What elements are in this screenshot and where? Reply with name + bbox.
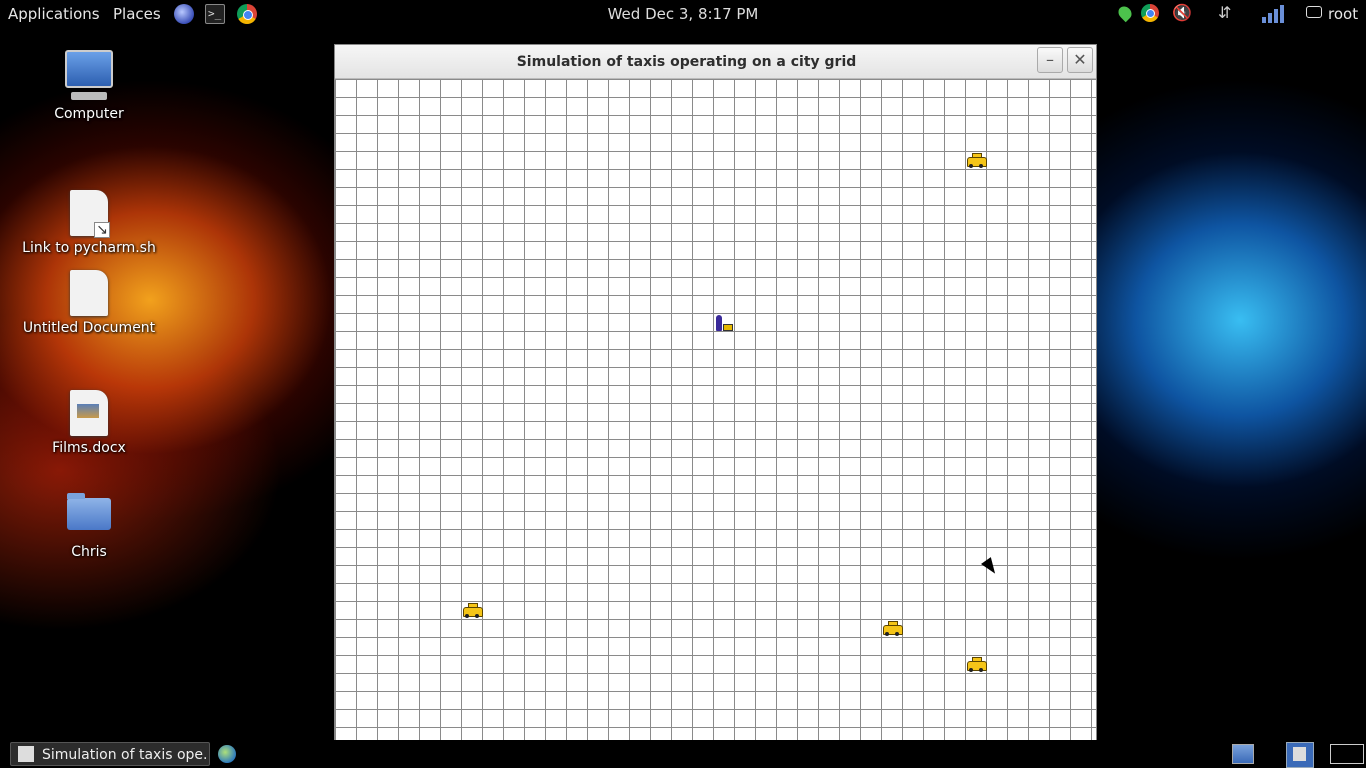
taskbar-item-label: Simulation of taxis ope... [42, 747, 210, 763]
window-title: Simulation of taxis operating on a city … [516, 54, 857, 70]
taxi-icon [462, 603, 483, 618]
taxi-icon [966, 657, 987, 672]
document-icon [70, 270, 108, 316]
desktop-icon-films-docx[interactable]: Films.docx [14, 390, 164, 456]
volume-muted-icon[interactable]: 🔇 [1172, 3, 1198, 25]
chat-icon [1306, 6, 1322, 18]
top-panel: Applications Places >_ Wed Dec 3, 8:17 P… [0, 0, 1366, 28]
app-icon [18, 746, 34, 762]
desktop-icon-computer[interactable]: Computer [14, 48, 164, 122]
desktop-icon-pycharm-link[interactable]: Link to pycharm.sh [14, 190, 164, 256]
desktop-icon-label: Untitled Document [22, 320, 156, 336]
minimize-button[interactable]: – [1037, 47, 1063, 73]
active-workspace-icon[interactable] [1286, 742, 1314, 768]
bottom-panel: Simulation of taxis ope... [0, 740, 1366, 768]
folder-icon [67, 493, 111, 530]
file-manager-icon[interactable] [1232, 744, 1254, 764]
desktop-icon-label: Films.docx [52, 440, 126, 456]
computer-icon [65, 50, 113, 100]
city-grid-canvas[interactable] [335, 79, 1096, 740]
taxi-icon [882, 621, 903, 636]
passenger-icon [714, 315, 736, 333]
workspace-icon[interactable] [1330, 744, 1364, 764]
desktop-icon-chris-folder[interactable]: Chris [14, 493, 164, 560]
user-name: root [1328, 5, 1359, 23]
window-titlebar[interactable]: Simulation of taxis operating on a city … [335, 45, 1096, 79]
globe-icon[interactable] [218, 745, 236, 763]
desktop-icon-untitled-document[interactable]: Untitled Document [14, 270, 164, 336]
desktop-icon-label: Link to pycharm.sh [22, 240, 156, 256]
desktop-icon-label: Chris [71, 544, 107, 560]
network-icon[interactable]: ⇵ [1218, 3, 1240, 25]
simulation-window: Simulation of taxis operating on a city … [334, 44, 1097, 741]
taskbar-item-simulation[interactable]: Simulation of taxis ope... [10, 742, 210, 766]
image-document-icon [70, 390, 108, 436]
clock[interactable]: Wed Dec 3, 8:17 PM [0, 5, 1366, 23]
signal-icon[interactable] [1262, 3, 1286, 25]
taxi-icon [966, 153, 987, 168]
desktop-icon-label: Computer [54, 106, 124, 122]
chrome-tray-icon[interactable] [1141, 4, 1159, 22]
user-menu[interactable]: root [1306, 5, 1358, 23]
link-document-icon [70, 190, 110, 238]
close-button[interactable]: ✕ [1067, 47, 1093, 73]
clock-label[interactable]: Wed Dec 3, 8:17 PM [608, 5, 759, 23]
